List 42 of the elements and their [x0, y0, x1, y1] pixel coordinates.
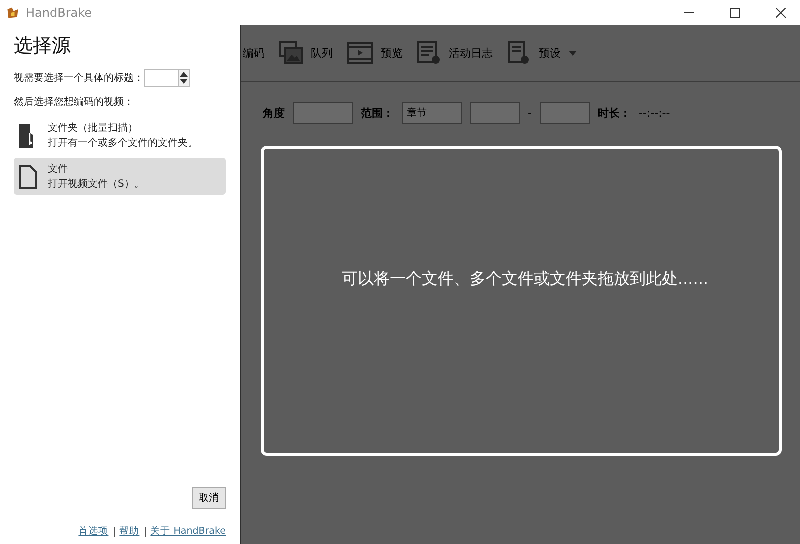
- title-spinner[interactable]: [144, 69, 190, 87]
- option-title: 文件: [48, 162, 69, 176]
- cancel-button[interactable]: 取消: [192, 487, 226, 509]
- panel-heading: 选择源: [14, 34, 72, 59]
- footer-link[interactable]: 首选项: [78, 525, 109, 538]
- window-title: HandBrake: [26, 6, 92, 20]
- drop-zone[interactable]: 可以将一个文件、多个文件或文件夹拖放到此处......: [261, 146, 782, 456]
- maximize-icon[interactable]: [730, 8, 740, 18]
- angle-field[interactable]: [293, 102, 353, 124]
- toolbar-label[interactable]: 队列: [311, 46, 333, 60]
- file-icon: [18, 164, 38, 190]
- option-title: 文件夹（批量扫描）: [48, 122, 139, 135]
- source-option[interactable]: 文件夹（批量扫描） 打开有一个或多个文件的文件夹。: [14, 117, 226, 154]
- drop-message: 可以将一个文件、多个文件或文件夹拖放到此处......: [342, 268, 710, 290]
- film-icon[interactable]: [347, 42, 373, 64]
- option-description: 打开视频文件（S）。: [48, 178, 144, 191]
- toolbar-label[interactable]: 编码: [243, 46, 265, 60]
- link-separator: [114, 526, 115, 536]
- start-field[interactable]: [470, 102, 520, 124]
- footer-link[interactable]: 帮助: [120, 525, 140, 538]
- source-option[interactable]: 文件 打开视频文件（S）。: [14, 158, 226, 195]
- footer-link[interactable]: 关于 HandBrake: [150, 525, 226, 538]
- range-dash: -: [528, 106, 532, 120]
- toolbar-label[interactable]: 预设: [539, 46, 561, 60]
- option-description: 打开有一个或多个文件的文件夹。: [48, 136, 198, 150]
- images-icon[interactable]: [279, 41, 303, 65]
- document-gear-icon[interactable]: [507, 41, 531, 65]
- toolbar-label[interactable]: 活动日志: [449, 46, 493, 60]
- duration-value: --:--:--: [638, 106, 670, 120]
- range-label: 范围：: [361, 106, 394, 120]
- log-icon[interactable]: [417, 41, 441, 65]
- video-prompt: 然后选择您想编码的视频：: [14, 96, 135, 109]
- range-field[interactable]: 章节: [402, 102, 462, 124]
- caret-icon[interactable]: [569, 50, 577, 56]
- toolbar-label[interactable]: 预览: [381, 46, 403, 60]
- angle-label: 角度: [263, 106, 285, 120]
- link-separator: [144, 526, 146, 536]
- close-icon[interactable]: [776, 8, 786, 18]
- duration-label: 时长：: [598, 106, 631, 120]
- end-field[interactable]: [540, 102, 590, 124]
- app-logo-icon: [6, 6, 20, 20]
- title-prompt: 视需要选择一个具体的标题：: [14, 72, 144, 85]
